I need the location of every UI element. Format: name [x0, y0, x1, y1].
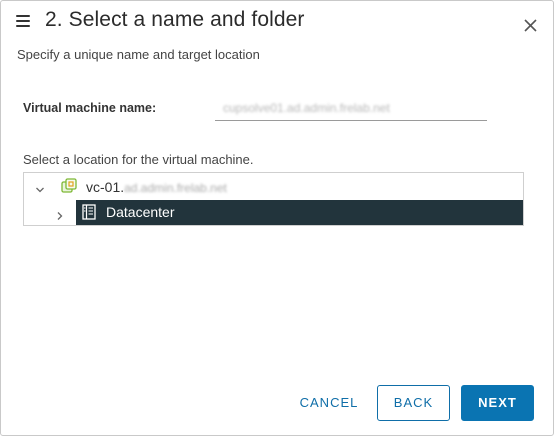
datacenter-icon	[82, 204, 96, 220]
vcenter-prefix: vc-01.	[86, 179, 125, 195]
vcenter-label: vc-01.ad.admin.frelab.net	[86, 179, 227, 195]
cancel-button[interactable]: CANCEL	[292, 385, 366, 421]
hamburger-menu-icon[interactable]	[16, 15, 30, 27]
datacenter-label: Datacenter	[106, 204, 175, 220]
back-button[interactable]: BACK	[377, 385, 450, 421]
tree-node-datacenter[interactable]: Datacenter	[24, 200, 523, 226]
dialog-title: 2. Select a name and folder	[45, 8, 305, 31]
dialog-subtitle: Specify a unique name and target locatio…	[17, 47, 260, 62]
next-button[interactable]: NEXT	[461, 385, 534, 421]
wizard-dialog: 2. Select a name and folder Specify a un…	[0, 0, 554, 436]
vcenter-hostname: ad.admin.frelab.net	[124, 181, 227, 195]
location-tree: vc-01.ad.admin.frelab.net Datacenter	[23, 172, 524, 226]
dialog-header: 2. Select a name and folder	[1, 1, 553, 45]
vm-name-value: cupsolve01.ad.admin.frelab.net	[223, 101, 390, 115]
datacenter-row-selected[interactable]: Datacenter	[76, 200, 523, 225]
chevron-down-icon[interactable]	[35, 182, 45, 193]
close-icon[interactable]	[521, 15, 541, 35]
vm-name-input[interactable]: cupsolve01.ad.admin.frelab.net	[215, 95, 487, 121]
chevron-right-icon[interactable]	[55, 208, 65, 220]
location-label: Select a location for the virtual machin…	[23, 152, 254, 167]
vm-name-label: Virtual machine name:	[23, 101, 157, 115]
tree-node-vcenter[interactable]: vc-01.ad.admin.frelab.net	[24, 174, 523, 200]
vcenter-icon	[61, 178, 77, 194]
